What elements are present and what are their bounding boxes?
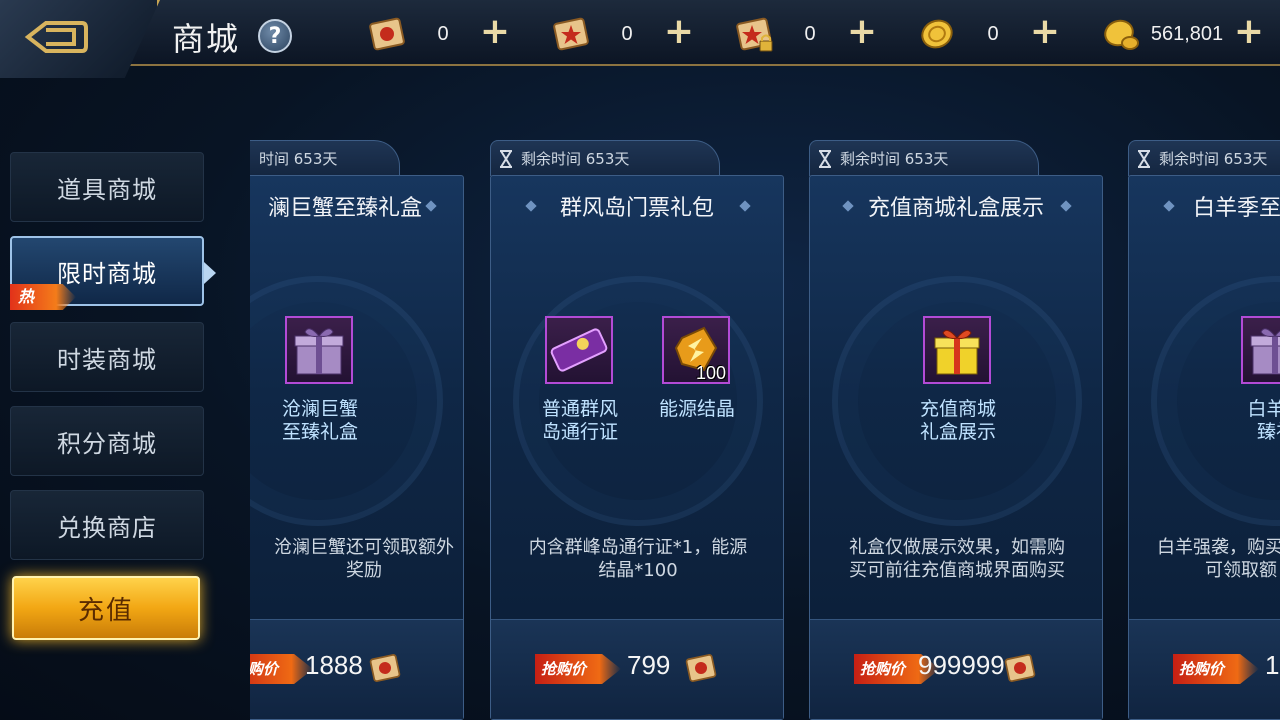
sidebar-item-fashion-shop[interactable]: 时装商城 xyxy=(10,322,204,392)
card-timer-tab: 剩余时间 653天 xyxy=(809,140,1039,176)
timer-text: 剩余时间 653天 xyxy=(840,150,949,168)
price-value: 999999 xyxy=(918,650,1005,680)
price-bar[interactable]: 抢购价 1888 xyxy=(250,619,463,719)
purple-gift-box-icon xyxy=(1250,328,1280,375)
add-currency-button[interactable]: + xyxy=(845,14,879,51)
currency-value: 0 xyxy=(621,22,633,45)
timer-text: 时间 653天 xyxy=(259,150,338,168)
currency-value: 0 xyxy=(804,22,816,45)
timer-text: 剩余时间 653天 xyxy=(521,150,630,168)
back-button[interactable] xyxy=(0,0,160,78)
sidebar-item-item-shop[interactable]: 道具商城 xyxy=(10,152,204,222)
currency-star-scroll: 0 + xyxy=(550,12,696,56)
coin-stack-icon xyxy=(1104,19,1139,50)
red-scroll-icon xyxy=(369,17,405,51)
item-slot[interactable] xyxy=(923,316,991,384)
add-currency-button[interactable]: + xyxy=(478,14,512,51)
sidebar-item-label: 限时商城 xyxy=(57,259,157,288)
price-bar[interactable]: 抢购价 999999 xyxy=(810,619,1102,719)
card-description: 白羊强袭，购买 可领取额 xyxy=(1157,537,1280,581)
currency-value: 561,801 xyxy=(1150,22,1224,45)
recharge-button[interactable]: 充值 xyxy=(12,576,200,640)
card-description: 沧澜巨蟹还可领取额外 奖励 xyxy=(274,537,454,581)
item-slot[interactable] xyxy=(285,316,353,384)
cards-scroll-area[interactable]: 时间 653天 澜巨蟹至臻礼盒 沧澜巨蟹 至臻礼盒 沧澜巨蟹还可领取额外 奖励 … xyxy=(250,140,1280,720)
item-name: 充值商城 礼盒展示 xyxy=(919,398,996,443)
sidebar-item-exchange-shop[interactable]: 兑换商店 xyxy=(10,490,204,560)
red-scroll-icon xyxy=(369,654,401,682)
item-name: 沧澜巨蟹 至臻礼盒 xyxy=(281,398,358,443)
item-name: 白羊季 臻礼 xyxy=(1247,398,1280,443)
hourglass-icon xyxy=(819,149,831,168)
price-label-badge: 抢购价 xyxy=(1173,654,1259,684)
item-quantity: 100 xyxy=(695,363,726,383)
star-scroll-icon xyxy=(553,17,589,51)
top-bar: 商城 ? 0 + 0 + 0 + 0 + 561,801 + xyxy=(0,0,1280,78)
item-slot[interactable]: 100 xyxy=(662,316,730,384)
currency-red-scroll: 0 + xyxy=(366,12,512,56)
purple-gift-box-icon xyxy=(294,328,344,375)
hourglass-icon xyxy=(1138,149,1150,168)
item-name: 能源结晶 xyxy=(658,398,735,420)
card-description: 内含群峰岛通行证*1，能源 结晶*100 xyxy=(528,537,748,581)
hot-badge: 热 xyxy=(10,284,76,310)
price-value: 18 xyxy=(1265,650,1280,680)
card-title: 充值商城礼盒展示 xyxy=(867,196,1044,221)
item-slot[interactable] xyxy=(545,316,613,384)
purple-ticket-icon xyxy=(550,328,608,372)
card-title: 白羊季至 xyxy=(1193,196,1280,221)
help-icon[interactable]: ? xyxy=(258,19,292,53)
sidebar-item-limited-shop[interactable]: 限时商城 热 xyxy=(10,236,216,310)
back-arrow-icon xyxy=(24,21,88,53)
add-currency-button[interactable]: + xyxy=(662,14,696,51)
currency-locked-scroll: 0 + xyxy=(733,12,879,56)
card-timer-tab: 时间 653天 xyxy=(250,140,400,176)
sidebar-item-label: 兑换商店 xyxy=(57,513,157,542)
price-label-badge: 抢购价 xyxy=(535,654,621,684)
timer-text: 剩余时间 653天 xyxy=(1159,150,1268,168)
sidebar-item-label: 道具商城 xyxy=(57,175,157,204)
gold-coin-icon xyxy=(921,19,953,49)
item-slot[interactable] xyxy=(1241,316,1280,384)
price-label-badge: 抢购价 xyxy=(250,654,313,684)
price-bar[interactable]: 抢购价 799 xyxy=(491,619,783,719)
price-value: 1888 xyxy=(305,650,363,680)
sidebar-item-points-shop[interactable]: 积分商城 xyxy=(10,406,204,476)
page-title: 商城 xyxy=(172,20,241,58)
shop-card[interactable]: 白羊季至 白羊季 臻礼 白羊强袭，购买 可领取额 抢购价 18 xyxy=(1128,175,1280,720)
sidebar-item-label: 时装商城 xyxy=(57,345,157,374)
red-scroll-icon xyxy=(1004,654,1036,682)
add-currency-button[interactable]: + xyxy=(1232,14,1266,51)
price-bar[interactable]: 抢购价 18 xyxy=(1129,619,1280,719)
card-timer-tab: 剩余时间 653天 xyxy=(490,140,720,176)
currency-gold-coin: 0 + xyxy=(916,12,1062,56)
add-currency-button[interactable]: + xyxy=(1028,14,1062,51)
card-description: 礼盒仅做展示效果，如需购 买可前往充值商城界面购买 xyxy=(849,537,1065,581)
yellow-gift-box-icon xyxy=(934,329,980,375)
card-timer-tab: 剩余时间 653天 xyxy=(1128,140,1280,176)
shop-card[interactable]: 充值商城礼盒展示 充值商城 礼盒展示 礼盒仅做展示效果，如需购 买可前往充值商城… xyxy=(809,175,1103,720)
currency-value: 0 xyxy=(987,22,999,45)
shop-card[interactable]: 群风岛门票礼包 普通群风 岛通行证 100 能源结晶 内含群峰岛通行证*1，能源… xyxy=(490,175,784,720)
price-value: 799 xyxy=(627,650,671,680)
shop-card[interactable]: 澜巨蟹至臻礼盒 沧澜巨蟹 至臻礼盒 沧澜巨蟹还可领取额外 奖励 抢购价 1888 xyxy=(250,175,464,720)
currency-value: 0 xyxy=(437,22,449,45)
red-scroll-icon xyxy=(685,654,717,682)
sidebar-item-label: 积分商城 xyxy=(57,429,157,458)
item-name: 普通群风 岛通行证 xyxy=(541,398,618,443)
locked-scroll-icon xyxy=(736,17,773,52)
currency-coin-stack: 561,801 + xyxy=(1100,12,1266,56)
active-indicator-arrow xyxy=(204,262,216,284)
hourglass-icon xyxy=(500,149,512,168)
